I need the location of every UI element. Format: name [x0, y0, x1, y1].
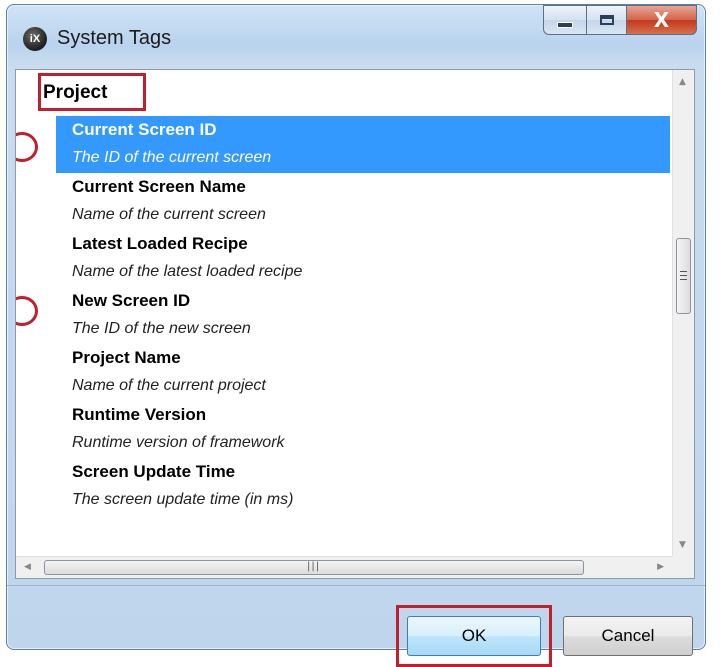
tag-name: Project Name — [72, 348, 181, 367]
scroll-down-arrow-icon[interactable]: ▼ — [679, 541, 686, 550]
tag-name: Current Screen ID — [72, 120, 217, 139]
annotation-circle — [16, 132, 38, 162]
list-item[interactable]: Screen Update Time The screen update tim… — [56, 458, 670, 515]
list-item[interactable]: Project Name Name of the current project — [56, 344, 670, 401]
tag-name: Latest Loaded Recipe — [72, 234, 248, 253]
horizontal-scrollbar[interactable]: ◀ ||| ▶ — [16, 556, 672, 578]
window-controls: X — [543, 5, 697, 35]
grip-line — [680, 275, 687, 276]
category-annotation-box — [38, 73, 146, 111]
tag-description: Runtime version of framework — [72, 434, 285, 451]
vertical-scrollbar[interactable]: ▲ ▼ — [672, 70, 694, 556]
minimize-button[interactable] — [543, 5, 587, 35]
tag-rows: Current Screen ID The ID of the current … — [56, 116, 670, 515]
maximize-button[interactable] — [587, 5, 627, 35]
title-bar[interactable]: iX System Tags X — [7, 5, 705, 65]
dialog-footer: OK Cancel — [7, 585, 705, 667]
system-tags-list[interactable]: Project Current Screen ID The ID of the … — [15, 69, 695, 579]
close-icon: X — [653, 8, 670, 32]
grip-icon: ||| — [307, 561, 321, 572]
scroll-right-arrow-icon[interactable]: ▶ — [657, 563, 664, 572]
annotation-circle — [16, 296, 38, 326]
tag-name: Current Screen Name — [72, 177, 246, 196]
minimize-icon — [557, 22, 573, 28]
list-viewport: Project Current Screen ID The ID of the … — [16, 70, 672, 556]
tag-description: Name of the current screen — [72, 206, 266, 223]
scroll-up-arrow-icon[interactable]: ▲ — [679, 78, 686, 87]
list-item[interactable]: Runtime Version Runtime version of frame… — [56, 401, 670, 458]
horizontal-scroll-thumb[interactable]: ||| — [44, 560, 584, 575]
tag-description: The ID of the new screen — [72, 320, 251, 337]
list-item[interactable]: Latest Loaded Recipe Name of the latest … — [56, 230, 670, 287]
grip-line — [680, 279, 687, 280]
tag-name: Screen Update Time — [72, 462, 236, 481]
window-title: System Tags — [57, 27, 172, 49]
close-button[interactable]: X — [627, 5, 697, 35]
scrollbar-corner — [672, 556, 694, 578]
scroll-left-arrow-icon[interactable]: ◀ — [24, 563, 31, 572]
app-icon: iX — [23, 27, 47, 51]
list-item[interactable]: New Screen ID The ID of the new screen — [56, 287, 670, 344]
tag-description: The ID of the current screen — [72, 149, 272, 166]
system-tags-dialog: iX System Tags X Project Current Screen … — [6, 4, 706, 667]
vertical-scroll-thumb[interactable] — [676, 238, 691, 314]
tag-description: Name of the latest loaded recipe — [72, 263, 303, 280]
tag-name: New Screen ID — [72, 291, 191, 310]
tag-description: The screen update time (in ms) — [72, 491, 294, 508]
maximize-icon — [599, 15, 614, 25]
cancel-button[interactable]: Cancel — [563, 616, 693, 656]
list-item[interactable]: Current Screen ID The ID of the current … — [56, 116, 670, 173]
list-item[interactable]: Current Screen Name Name of the current … — [56, 173, 670, 230]
grip-line — [680, 271, 687, 272]
tag-description: Name of the current project — [72, 377, 266, 394]
ok-button[interactable]: OK — [407, 616, 541, 656]
tag-name: Runtime Version — [72, 405, 207, 424]
